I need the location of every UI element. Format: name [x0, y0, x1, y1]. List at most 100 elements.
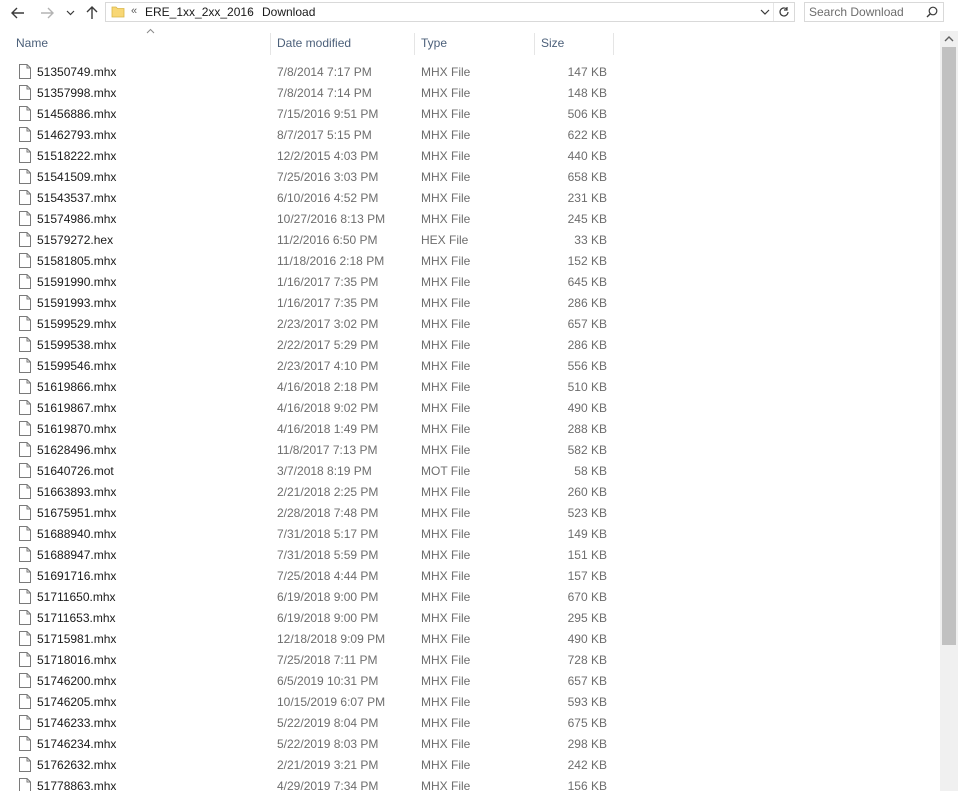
scroll-up-arrow-icon[interactable] [944, 35, 954, 42]
file-row[interactable]: 51599538.mhx 2/22/2017 5:29 PM MHX File 286… [0, 335, 940, 356]
column-header-name[interactable]: Name [10, 28, 270, 55]
file-name[interactable]: 51691716.mhx [37, 569, 116, 583]
file-row[interactable]: 51778863.mhx 4/29/2019 7:34 PM MHX File 156… [0, 776, 940, 791]
file-row[interactable]: 51619867.mhx 4/16/2018 9:02 PM MHX File 490… [0, 398, 940, 419]
column-divider[interactable] [613, 33, 614, 55]
file-name[interactable]: 51619866.mhx [37, 380, 116, 394]
file-name[interactable]: 51688940.mhx [37, 527, 116, 541]
file-name[interactable]: 51591990.mhx [37, 275, 116, 289]
file-row[interactable]: 51456886.mhx 7/15/2016 9:51 PM MHX File 506… [0, 104, 940, 125]
arrow-up-icon [86, 6, 98, 19]
file-name[interactable]: 51746205.mhx [37, 695, 116, 709]
file-row[interactable]: 51762632.mhx 2/21/2019 3:21 PM MHX File 242… [0, 755, 940, 776]
file-name[interactable]: 51599546.mhx [37, 359, 116, 373]
file-size: 675 KB [567, 716, 607, 730]
vertical-scrollbar[interactable] [940, 31, 958, 791]
file-name[interactable]: 51715981.mhx [37, 632, 116, 646]
file-name[interactable]: 51581805.mhx [37, 254, 116, 268]
file-name[interactable]: 51518222.mhx [37, 149, 116, 163]
file-name[interactable]: 51574986.mhx [37, 212, 116, 226]
search-box[interactable] [804, 2, 944, 22]
file-row[interactable]: 51746233.mhx 5/22/2019 8:04 PM MHX File 675… [0, 713, 940, 734]
file-row[interactable]: 51599546.mhx 2/23/2017 4:10 PM MHX File 556… [0, 356, 940, 377]
file-row[interactable]: 51746234.mhx 5/22/2019 8:03 PM MHX File 298… [0, 734, 940, 755]
file-name[interactable]: 51541509.mhx [37, 170, 116, 184]
search-icon[interactable] [926, 6, 938, 18]
file-name[interactable]: 51711650.mhx [37, 590, 116, 604]
file-row[interactable]: 51663893.mhx 2/21/2018 2:25 PM MHX File 260… [0, 482, 940, 503]
file-row[interactable]: 51591990.mhx 1/16/2017 7:35 PM MHX File 645… [0, 272, 940, 293]
recent-locations-button[interactable] [63, 3, 77, 23]
file-row[interactable]: 51357998.mhx 7/8/2014 7:14 PM MHX File 148 … [0, 83, 940, 104]
file-row[interactable]: 51628496.mhx 11/8/2017 7:13 PM MHX File 582… [0, 440, 940, 461]
file-row[interactable]: 51581805.mhx 11/18/2016 2:18 PM MHX File 15… [0, 251, 940, 272]
file-row[interactable]: 51462793.mhx 8/7/2017 5:15 PM MHX File 622 … [0, 125, 940, 146]
breadcrumb-separator[interactable]: › [249, 6, 252, 17]
up-button[interactable] [83, 3, 101, 23]
file-row[interactable]: 51746200.mhx 6/5/2019 10:31 PM MHX File 657… [0, 671, 940, 692]
breadcrumb-overflow[interactable]: « [131, 5, 137, 17]
search-input[interactable] [809, 4, 919, 20]
file-row[interactable]: 51688940.mhx 7/31/2018 5:17 PM MHX File 149… [0, 524, 940, 545]
file-row[interactable]: 51541509.mhx 7/25/2016 3:03 PM MHX File 658… [0, 167, 940, 188]
file-row[interactable]: 51691716.mhx 7/25/2018 4:44 PM MHX File 157… [0, 566, 940, 587]
file-name[interactable]: 51675951.mhx [37, 506, 116, 520]
file-name[interactable]: 51640726.mot [37, 464, 114, 478]
file-row[interactable]: 51518222.mhx 12/2/2015 4:03 PM MHX File 440… [0, 146, 940, 167]
file-name[interactable]: 51762632.mhx [37, 758, 116, 772]
file-row[interactable]: 51619866.mhx 4/16/2018 2:18 PM MHX File 510… [0, 377, 940, 398]
file-row[interactable]: 51688947.mhx 7/31/2018 5:59 PM MHX File 151… [0, 545, 940, 566]
file-name[interactable]: 51688947.mhx [37, 548, 116, 562]
file-name[interactable]: 51619870.mhx [37, 422, 116, 436]
file-row[interactable]: 51675951.mhx 2/28/2018 7:48 PM MHX File 523… [0, 503, 940, 524]
file-row[interactable]: 51718016.mhx 7/25/2018 7:11 PM MHX File 728… [0, 650, 940, 671]
file-row[interactable]: 51711650.mhx 6/19/2018 9:00 PM MHX File 670… [0, 587, 940, 608]
file-name[interactable]: 51619867.mhx [37, 401, 116, 415]
file-size: 622 KB [567, 128, 607, 142]
refresh-icon[interactable] [778, 6, 790, 18]
file-row[interactable]: 51579272.hex 11/2/2016 6:50 PM HEX File 33 … [0, 230, 940, 251]
column-headers: Name Date modified Type Size [0, 28, 940, 55]
breadcrumb-ere-folder[interactable]: ERE_1xx_2xx_2016 [145, 5, 254, 19]
forward-button[interactable] [37, 3, 57, 23]
file-row[interactable]: 51543537.mhx 6/10/2016 4:52 PM MHX File 231… [0, 188, 940, 209]
column-header-type[interactable]: Type [415, 33, 534, 55]
file-name[interactable]: 51599538.mhx [37, 338, 116, 352]
file-row[interactable]: 51711653.mhx 6/19/2018 9:00 PM MHX File 295… [0, 608, 940, 629]
file-row[interactable]: 51715981.mhx 12/18/2018 9:09 PM MHX File 49… [0, 629, 940, 650]
file-name[interactable]: 51746234.mhx [37, 737, 116, 751]
file-list[interactable]: 51350749.mhx 7/8/2014 7:17 PM MHX File 147 … [0, 62, 940, 791]
file-row[interactable]: 51619870.mhx 4/16/2018 1:49 PM MHX File 288… [0, 419, 940, 440]
address-history-icon[interactable] [760, 6, 770, 18]
file-date-modified: 4/29/2019 7:34 PM [277, 779, 379, 791]
file-icon [19, 421, 31, 436]
file-name[interactable]: 51663893.mhx [37, 485, 116, 499]
file-name[interactable]: 51543537.mhx [37, 191, 116, 205]
back-button[interactable] [8, 3, 28, 23]
file-name[interactable]: 51778863.mhx [37, 779, 116, 791]
column-header-date[interactable]: Date modified [271, 33, 414, 55]
file-name[interactable]: 51579272.hex [37, 233, 113, 247]
file-row[interactable]: 51591993.mhx 1/16/2017 7:35 PM MHX File 286… [0, 293, 940, 314]
file-name[interactable]: 51591993.mhx [37, 296, 116, 310]
file-row[interactable]: 51599529.mhx 2/23/2017 3:02 PM MHX File 657… [0, 314, 940, 335]
file-name[interactable]: 51456886.mhx [37, 107, 116, 121]
file-name[interactable]: 51628496.mhx [37, 443, 116, 457]
column-header-size[interactable]: Size [535, 33, 613, 55]
breadcrumb-download-folder[interactable]: Download [262, 5, 315, 19]
file-name[interactable]: 51357998.mhx [37, 86, 116, 100]
file-row[interactable]: 51350749.mhx 7/8/2014 7:17 PM MHX File 147 … [0, 62, 940, 83]
scrollbar-thumb[interactable] [942, 47, 956, 645]
file-name[interactable]: 51599529.mhx [37, 317, 116, 331]
file-name[interactable]: 51746200.mhx [37, 674, 116, 688]
file-name[interactable]: 51746233.mhx [37, 716, 116, 730]
file-name[interactable]: 51350749.mhx [37, 65, 116, 79]
file-name[interactable]: 51718016.mhx [37, 653, 116, 667]
file-name[interactable]: 51462793.mhx [37, 128, 116, 142]
file-date-modified: 2/21/2019 3:21 PM [277, 758, 379, 772]
address-bar[interactable]: « ERE_1xx_2xx_2016 › Download [105, 2, 795, 22]
file-row[interactable]: 51746205.mhx 10/15/2019 6:07 PM MHX File 59… [0, 692, 940, 713]
file-row[interactable]: 51640726.mot 3/7/2018 8:19 PM MOT File 58 K… [0, 461, 940, 482]
file-name[interactable]: 51711653.mhx [37, 611, 116, 625]
file-row[interactable]: 51574986.mhx 10/27/2016 8:13 PM MHX File 24… [0, 209, 940, 230]
